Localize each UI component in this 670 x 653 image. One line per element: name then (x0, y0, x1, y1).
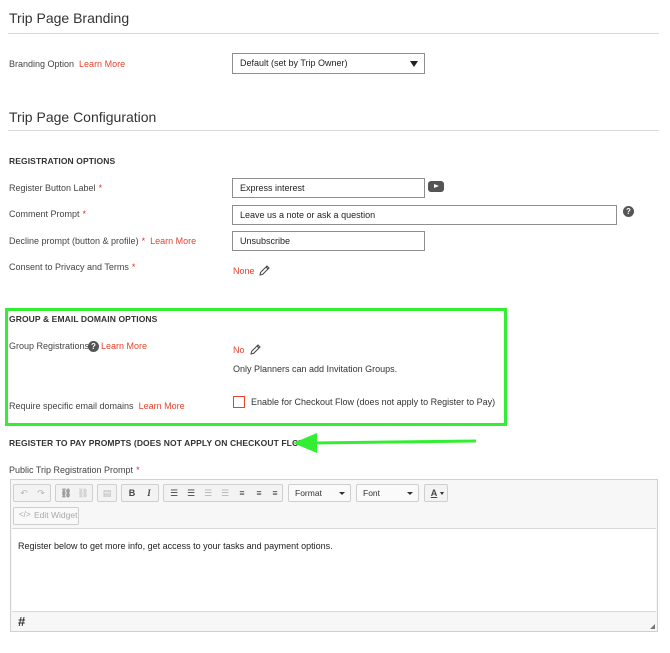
rich-text-editor: ↶ ↷ ⛓ ⛓ ▤ B I ☰ ☰ ☰ ☰ ≡ ≡ ≡ Format Font … (10, 479, 658, 632)
paste-icon[interactable]: ▤ (99, 485, 115, 501)
editor-content[interactable]: Register below to get more info, get acc… (12, 528, 656, 612)
text-color-button[interactable]: A (424, 484, 448, 502)
config-title: Trip Page Configuration (9, 109, 157, 125)
hash-icon[interactable]: # (18, 615, 25, 629)
checkout-flow-checkbox[interactable] (233, 396, 245, 408)
branding-learn-more-link[interactable]: Learn More (79, 59, 125, 69)
pencil-icon[interactable] (249, 343, 262, 356)
registration-prompt-label: Public Trip Registration Prompt * (9, 465, 140, 475)
resize-handle-icon[interactable] (650, 624, 655, 629)
comment-prompt-input[interactable]: Leave us a note or ask a question (232, 205, 617, 225)
style-group: B I (121, 484, 159, 502)
code-icon: </> (19, 510, 31, 519)
video-play-icon[interactable] (428, 181, 444, 192)
paragraph-group: ☰ ☰ ☰ ☰ ≡ ≡ ≡ (163, 484, 283, 502)
edit-widget-button[interactable]: </> Edit Widget (13, 507, 79, 525)
arrow-left-icon (293, 433, 477, 453)
decline-prompt-label: Decline prompt (button & profile) * Learn … (9, 236, 197, 246)
branding-option-label: Branding Option Learn More (9, 59, 126, 69)
group-registrations-value: No (233, 345, 245, 355)
register-button-label: Register Button Label * (9, 183, 103, 193)
divider (8, 130, 659, 131)
chevron-down-icon (410, 61, 418, 67)
group-options-heading: GROUP & EMAIL DOMAIN OPTIONS (9, 314, 158, 324)
pencil-icon[interactable] (258, 264, 271, 277)
email-learn-more-link[interactable]: Learn More (139, 401, 185, 411)
divider (8, 33, 659, 34)
consent-label: Consent to Privacy and Terms * (9, 262, 136, 272)
consent-value: None (233, 266, 255, 276)
email-domains-label: Require specific email domains Learn More (9, 401, 185, 411)
outdent-icon[interactable]: ☰ (200, 485, 216, 501)
group-note: Only Planners can add Invitation Groups. (233, 364, 398, 374)
undo-icon[interactable]: ↶ (16, 485, 32, 501)
register-button-input[interactable]: Express interest (232, 178, 425, 198)
unlink-icon[interactable]: ⛓ (75, 485, 91, 501)
bold-icon[interactable]: B (124, 485, 140, 501)
group-learn-more-link[interactable]: Learn More (101, 341, 147, 351)
register-to-pay-heading: REGISTER TO PAY PROMPTS (DOES NOT APPLY … (9, 438, 310, 448)
link-icon[interactable]: ⛓ (58, 485, 74, 501)
redo-icon[interactable]: ↷ (33, 485, 49, 501)
align-right-icon[interactable]: ≡ (267, 485, 283, 501)
align-center-icon[interactable]: ≡ (251, 485, 267, 501)
decline-prompt-input[interactable]: Unsubscribe (232, 231, 425, 251)
checkout-flow-label: Enable for Checkout Flow (does not apply… (251, 397, 496, 407)
font-select[interactable]: Font (356, 484, 419, 502)
registration-options-heading: REGISTRATION OPTIONS (9, 156, 116, 166)
branding-title: Trip Page Branding (9, 10, 130, 26)
chevron-down-icon (407, 492, 413, 495)
help-icon[interactable]: ? (623, 206, 634, 217)
comment-prompt-label: Comment Prompt * (9, 209, 87, 219)
branding-option-select[interactable]: Default (set by Trip Owner) (232, 53, 425, 74)
italic-icon[interactable]: I (141, 485, 157, 501)
link-group: ⛓ ⛓ (55, 484, 93, 502)
chevron-down-icon (339, 492, 345, 495)
align-left-icon[interactable]: ≡ (234, 485, 250, 501)
history-group: ↶ ↷ (13, 484, 51, 502)
numbered-list-icon[interactable]: ☰ (166, 485, 182, 501)
decline-learn-more-link[interactable]: Learn More (150, 236, 196, 246)
chevron-down-icon (440, 492, 444, 495)
bullet-list-icon[interactable]: ☰ (183, 485, 199, 501)
indent-icon[interactable]: ☰ (217, 485, 233, 501)
format-select[interactable]: Format (288, 484, 351, 502)
group-registrations-label: Group Registrations (9, 341, 90, 351)
paste-group: ▤ (97, 484, 117, 502)
